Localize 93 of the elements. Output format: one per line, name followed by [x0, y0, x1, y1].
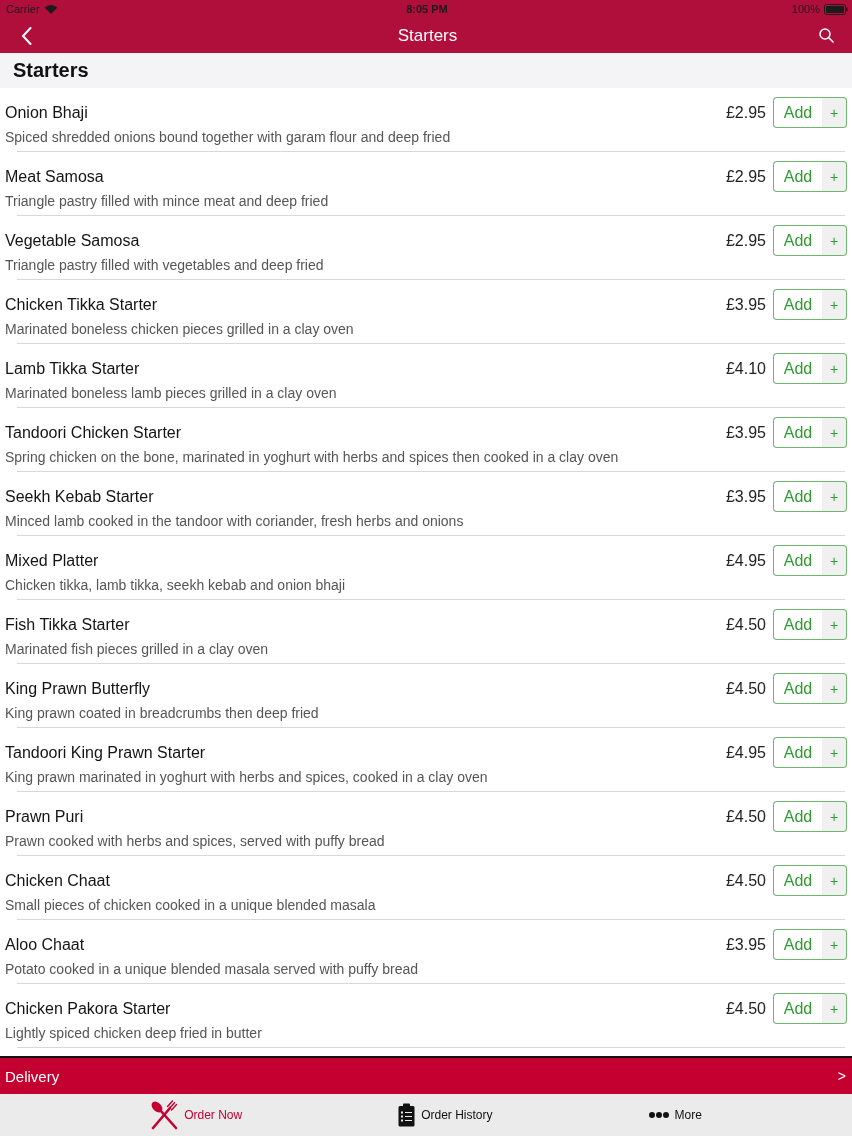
search-icon[interactable]: [819, 28, 834, 43]
plus-button[interactable]: +: [822, 545, 847, 576]
add-button[interactable]: Add: [773, 97, 822, 128]
item-price: £2.95: [725, 231, 766, 250]
item-price: £4.95: [725, 743, 766, 762]
tab-button[interactable]: Order Now: [150, 1100, 243, 1130]
item-description: Spiced shredded onions bound together with garam flour and deep fried: [4, 128, 452, 146]
item-description: Marinated fish pieces grilled in a clay oven: [4, 640, 270, 658]
item-price: £2.95: [725, 103, 766, 122]
item-description: Triangle pastry filled with vegetables and deep fried: [4, 256, 325, 274]
plus-button[interactable]: +: [822, 289, 847, 320]
item-description: King prawn marinated in yoghurt with herbs and spices, cooked in a clay oven: [4, 768, 489, 786]
item-description: Minced lamb cooked in the tandoor with coriander, fresh herbs and onions: [4, 512, 465, 530]
add-button[interactable]: Add: [773, 801, 822, 832]
add-button[interactable]: Add: [773, 929, 822, 960]
add-button[interactable]: Add: [773, 161, 822, 192]
wifi-icon: [43, 4, 58, 14]
item-name: Aloo Chaat: [5, 935, 86, 954]
plus-button[interactable]: +: [822, 993, 847, 1024]
item-name: Seekh Kebab Starter: [5, 487, 155, 506]
item-name: Chicken Pakora Starter: [5, 999, 172, 1018]
item-description: Marinated boneless chicken pieces grilled in a clay oven: [4, 320, 355, 338]
plus-button[interactable]: +: [822, 97, 847, 128]
plus-button[interactable]: +: [822, 737, 847, 768]
item-description: Triangle pastry filled with mince meat and deep fried: [4, 192, 330, 210]
item-description: Spring chicken on the bone, marinated in yoghurt with herbs and spices then cooked in a clay oven: [4, 448, 620, 466]
add-button[interactable]: Add: [773, 481, 822, 512]
item-description: Chicken tikka, lamb tikka, seekh kebab and onion bhaji: [4, 576, 347, 594]
delivery-label: Delivery: [5, 1067, 60, 1085]
item-price: £4.50: [725, 615, 766, 634]
add-button[interactable]: Add: [773, 865, 822, 896]
battery-icon: [824, 3, 848, 15]
item-price: £4.50: [725, 999, 766, 1018]
item-description: King prawn coated in breadcrumbs then deep fried: [4, 704, 320, 722]
fork-and-spoon-icon: [150, 1100, 179, 1130]
item-name: Chicken Tikka Starter: [5, 295, 159, 314]
plus-button[interactable]: +: [822, 865, 847, 896]
delivery-bar[interactable]: Delivery >: [0, 1058, 852, 1094]
item-price: £4.10: [725, 359, 766, 378]
section-title: Starters: [13, 59, 89, 82]
add-button[interactable]: Add: [773, 545, 822, 576]
plus-button[interactable]: +: [822, 161, 847, 192]
add-button[interactable]: Add: [773, 225, 822, 256]
add-button[interactable]: Add: [773, 737, 822, 768]
carrier-label: Carrier: [6, 3, 40, 15]
clipboard-icon: [398, 1103, 416, 1127]
tab-button[interactable]: More: [648, 1108, 702, 1122]
item-name: Meat Samosa: [5, 167, 105, 186]
item-name: Mixed Platter: [5, 551, 100, 570]
plus-button[interactable]: +: [822, 225, 847, 256]
item-price: £2.95: [725, 167, 766, 186]
item-price: £4.50: [725, 807, 766, 826]
item-price: £4.95: [725, 551, 766, 570]
item-description: Potato cooked in a unique blended masala served with puffy bread: [4, 960, 420, 978]
add-button[interactable]: Add: [773, 417, 822, 448]
item-price: £3.95: [725, 487, 766, 506]
item-description: Lightly spiced chicken deep fried in butter: [4, 1024, 263, 1042]
plus-button[interactable]: +: [822, 481, 847, 512]
item-price: £3.95: [725, 295, 766, 314]
item-name: Onion Bhaji: [5, 103, 89, 122]
tab-button[interactable]: Order History: [398, 1103, 493, 1127]
item-name: Vegetable Samosa: [5, 231, 141, 250]
status-time: 8:05 PM: [406, 3, 448, 15]
item-description: Prawn cooked with herbs and spices, served with puffy bread: [4, 832, 386, 850]
add-button[interactable]: Add: [773, 673, 822, 704]
battery-percent: 100%: [791, 3, 820, 15]
add-button[interactable]: Add: [773, 353, 822, 384]
forward-arrow: >: [837, 1068, 846, 1084]
item-price: £3.95: [725, 423, 766, 442]
item-description: Marinated boneless lamb pieces grilled in a clay oven: [4, 384, 338, 402]
plus-button[interactable]: +: [822, 929, 847, 960]
more-dots-icon: [648, 1112, 669, 1118]
item-description: Small pieces of chicken cooked in a unique blended masala: [4, 896, 377, 914]
item-name: Tandoori Chicken Starter: [5, 423, 183, 442]
item-name: Prawn Puri: [5, 807, 85, 826]
item-name: Fish Tikka Starter: [5, 615, 131, 634]
back-icon[interactable]: [21, 26, 32, 45]
add-button[interactable]: Add: [773, 993, 822, 1024]
plus-button[interactable]: +: [822, 609, 847, 640]
item-price: £4.50: [725, 679, 766, 698]
item-price: £4.50: [725, 871, 766, 890]
plus-button[interactable]: +: [822, 801, 847, 832]
plus-button[interactable]: +: [822, 673, 847, 704]
add-button[interactable]: Add: [773, 289, 822, 320]
item-name: Chicken Chaat: [5, 871, 111, 890]
item-price: £3.95: [725, 935, 766, 954]
add-button[interactable]: Add: [773, 609, 822, 640]
item-name: King Prawn Butterfly: [5, 679, 151, 698]
plus-button[interactable]: +: [822, 417, 847, 448]
item-name: Lamb Tikka Starter: [5, 359, 141, 378]
item-name: Tandoori King Prawn Starter: [5, 743, 207, 762]
nav-title: Starters: [397, 25, 458, 46]
plus-button[interactable]: +: [822, 353, 847, 384]
